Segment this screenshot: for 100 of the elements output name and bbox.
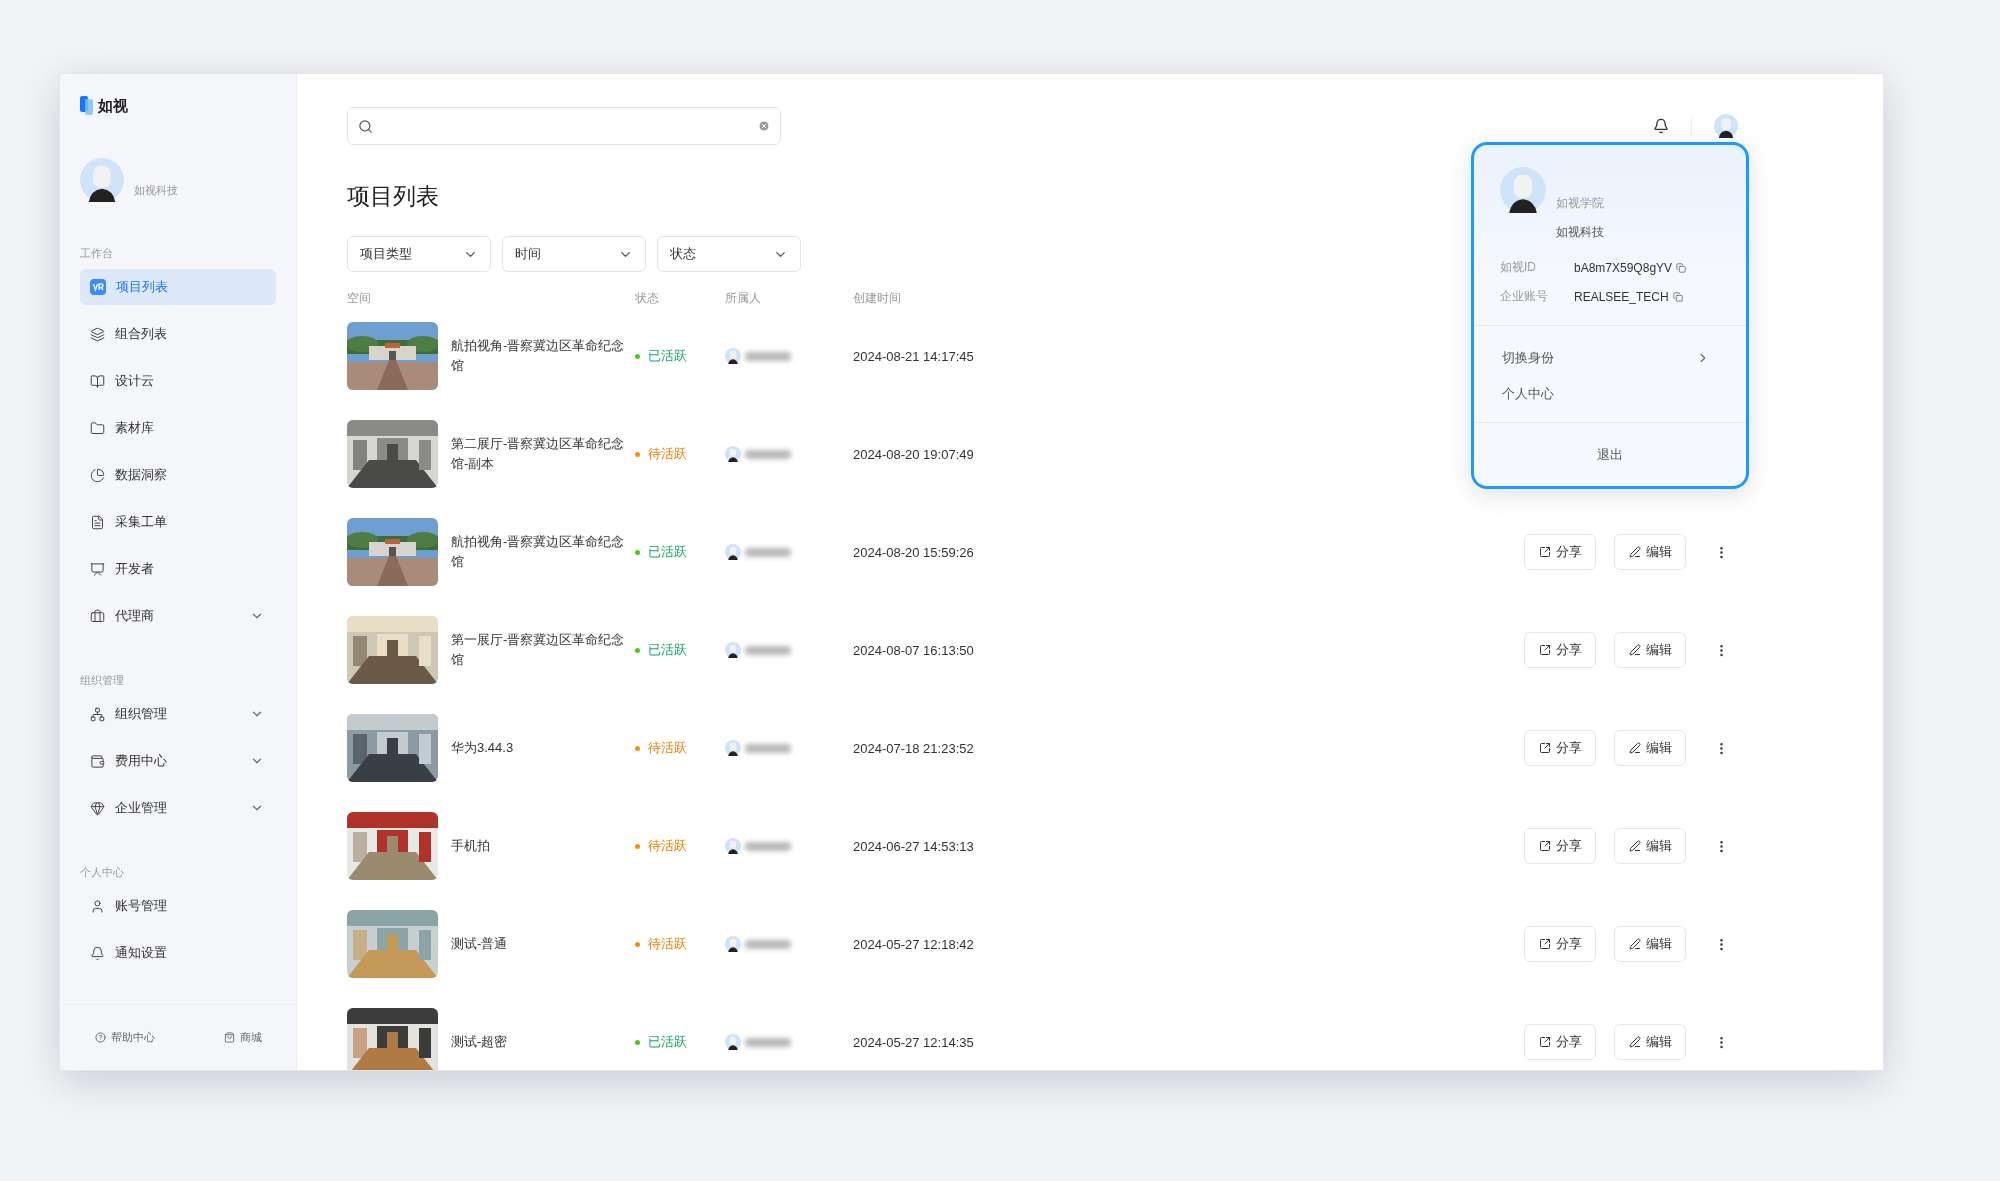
project-name[interactable]: 测试-普通 (451, 934, 635, 954)
filter-dropdown[interactable]: 状态 (657, 236, 801, 272)
edit-button[interactable]: 编辑 (1614, 534, 1686, 570)
pie-chart-icon (90, 467, 105, 483)
company-name: 如视科技 (134, 183, 178, 198)
status-label: 待活跃 (635, 739, 687, 757)
share-button[interactable]: 分享 (1524, 730, 1596, 766)
book-icon (90, 373, 105, 389)
page-title: 项目列表 (347, 182, 439, 211)
copy-icon[interactable] (1676, 262, 1687, 273)
blurred-name (745, 645, 791, 655)
network-icon (90, 706, 105, 722)
blurred-name (745, 449, 791, 459)
sidebar-item[interactable]: 项目列表 (80, 269, 276, 305)
status-label: 已活跃 (635, 543, 687, 561)
section-title: 工作台 (80, 246, 114, 261)
created-time: 2024-07-18 21:23:52 (853, 740, 974, 756)
sidebar-item[interactable]: 素材库 (80, 410, 276, 446)
project-name[interactable]: 手机拍 (451, 836, 635, 856)
edit-button[interactable]: 编辑 (1614, 828, 1686, 864)
owner-avatar (725, 642, 741, 658)
edit-button[interactable]: 编辑 (1614, 1024, 1686, 1060)
share-icon (1538, 840, 1551, 852)
share-icon (1538, 742, 1551, 754)
blurred-name (745, 841, 791, 851)
sidebar-item[interactable]: 通知设置 (80, 935, 276, 971)
status-label: 待活跃 (635, 445, 687, 463)
layers-icon (90, 326, 105, 342)
filter-dropdown[interactable]: 时间 (502, 236, 646, 272)
project-name[interactable]: 第二展厅-晋察冀边区革命纪念馆-副本 (451, 434, 635, 474)
project-name[interactable]: 测试-超密 (451, 1032, 635, 1052)
edit-button[interactable]: 编辑 (1614, 730, 1686, 766)
sidebar-item[interactable]: 组合列表 (80, 316, 276, 352)
sidebar-item[interactable]: 账号管理 (80, 888, 276, 924)
clear-icon[interactable] (758, 120, 770, 132)
section-title: 个人中心 (80, 865, 125, 880)
logo-icon (80, 96, 94, 116)
pen-icon (1628, 546, 1641, 558)
owner-avatar (725, 838, 741, 854)
project-name[interactable]: 航拍视角-晋察冀边区革命纪念馆 (451, 336, 635, 376)
sidebar-item[interactable]: 代理商 (80, 598, 276, 634)
share-button[interactable]: 分享 (1524, 828, 1596, 864)
footer-link[interactable]: 商城 (223, 1030, 262, 1045)
bag-icon (223, 1032, 235, 1043)
sidebar-item[interactable]: 设计云 (80, 363, 276, 399)
sidebar-item[interactable]: 组织管理 (80, 696, 276, 732)
share-icon (1538, 1036, 1551, 1048)
edit-button[interactable]: 编辑 (1614, 632, 1686, 668)
project-name[interactable]: 航拍视角-晋察冀边区革命纪念馆 (451, 532, 635, 572)
edit-button[interactable]: 编辑 (1614, 926, 1686, 962)
created-time: 2024-05-27 12:18:42 (853, 936, 974, 952)
company-name: 如视科技 (1556, 224, 1604, 241)
bell-icon[interactable] (1653, 118, 1669, 134)
status-label: 待活跃 (635, 935, 687, 953)
gem-icon (90, 800, 105, 816)
sidebar-item[interactable]: 开发者 (80, 551, 276, 587)
vr-icon (90, 279, 106, 295)
share-icon (1538, 938, 1551, 950)
field-label: 企业账号 (1500, 288, 1549, 305)
pen-icon (1628, 742, 1641, 754)
sidebar-item[interactable]: 采集工单 (80, 504, 276, 540)
sidebar-item[interactable]: 数据洞察 (80, 457, 276, 493)
folder-icon (90, 420, 105, 436)
sidebar-item[interactable]: 费用中心 (80, 743, 276, 779)
column-header: 空间 (347, 290, 371, 307)
user-avatar (1500, 167, 1546, 213)
status-label: 已活跃 (635, 347, 687, 365)
user-avatar (80, 158, 124, 202)
filter-dropdown[interactable]: 项目类型 (347, 236, 491, 272)
created-time: 2024-08-20 15:59:26 (853, 544, 974, 560)
footer-link[interactable]: 帮助中心 (94, 1030, 155, 1045)
created-time: 2024-08-20 19:07:49 (853, 446, 974, 462)
column-header: 创建时间 (853, 290, 901, 307)
search-field[interactable] (347, 107, 781, 145)
owner-avatar (725, 1034, 741, 1050)
share-button[interactable]: 分享 (1524, 534, 1596, 570)
created-time: 2024-08-07 16:13:50 (853, 642, 974, 658)
blurred-name (745, 1037, 791, 1047)
project-name[interactable]: 第一展厅-晋察冀边区革命纪念馆 (451, 630, 635, 670)
share-button[interactable]: 分享 (1524, 926, 1596, 962)
share-button[interactable]: 分享 (1524, 632, 1596, 668)
menu-item[interactable]: 个人中心 (1474, 376, 1746, 412)
column-header: 状态 (635, 290, 659, 307)
blurred-name (745, 547, 791, 557)
copy-icon[interactable] (1672, 291, 1683, 302)
pen-icon (1628, 644, 1641, 656)
share-icon (1538, 644, 1551, 656)
owner-avatar (725, 936, 741, 952)
share-button[interactable]: 分享 (1524, 1024, 1596, 1060)
sidebar-item[interactable]: 企业管理 (80, 790, 276, 826)
created-time: 2024-08-21 14:17:45 (853, 348, 974, 364)
logout-button[interactable]: 退出 (1587, 439, 1633, 470)
blurred-name (745, 939, 791, 949)
section-title: 组织管理 (80, 673, 125, 688)
owner-avatar (725, 740, 741, 756)
menu-item[interactable]: 切换身份 (1474, 340, 1746, 376)
field-value: bA8m7X59Q8gYV (1574, 260, 1746, 275)
project-name[interactable]: 华为3.44.3 (451, 738, 635, 758)
owner-avatar (725, 348, 741, 364)
help-icon (94, 1032, 106, 1043)
